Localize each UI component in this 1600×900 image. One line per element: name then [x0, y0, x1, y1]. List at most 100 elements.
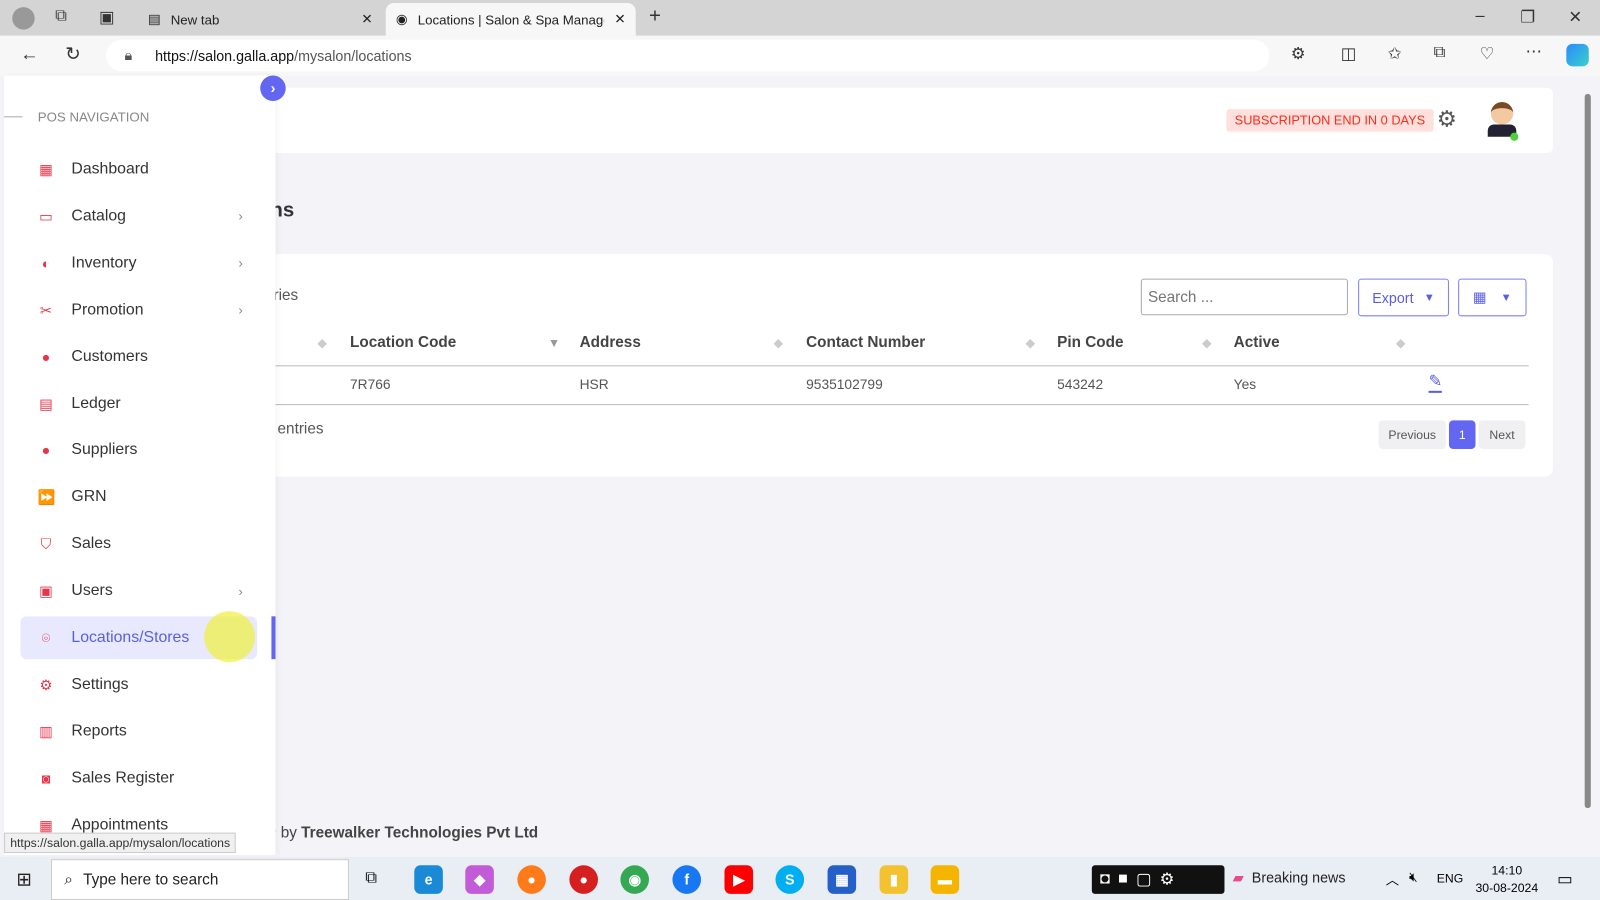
file-explorer-icon[interactable]: ▬ [930, 865, 960, 894]
clock[interactable]: 14:10 30-08-2024 [1475, 862, 1538, 897]
facebook-icon[interactable]: f [672, 865, 702, 894]
sidebar-item-dashboard[interactable]: ▦ Dashboard [20, 148, 257, 191]
firefox-icon[interactable]: ● [517, 865, 546, 894]
camera-icon[interactable]: ◘ [1100, 870, 1110, 888]
sidebar-item-promotion[interactable]: ✂ Promotion › [20, 288, 257, 331]
pagination-page-1[interactable]: 1 [1448, 420, 1476, 449]
video-icon[interactable]: ■ [1118, 870, 1128, 888]
pagination-previous[interactable]: Previous [1378, 420, 1446, 449]
sidebar-item-label: Inventory [71, 253, 137, 272]
capture-toolbar[interactable]: ◘ ■ ▢ ⚙ [1091, 865, 1225, 894]
sidebar-item-reports[interactable]: ▥ Reports [20, 710, 257, 753]
scrollbar-thumb[interactable] [1584, 93, 1591, 809]
sidebar-item-label: Dashboard [71, 160, 149, 178]
sidebar-toggle-button[interactable]: › [260, 75, 286, 102]
new-tab-icon: ▤ [147, 11, 161, 27]
sort-desc-icon[interactable]: ▼ [548, 336, 560, 350]
half-circle-icon: ◐ [41, 254, 51, 272]
chevron-up-icon[interactable]: ︿ [1386, 869, 1399, 888]
pagination-next[interactable]: Next [1478, 420, 1526, 449]
workspaces-icon[interactable]: ⧉ [55, 7, 67, 25]
language-indicator[interactable]: ENG [1437, 871, 1464, 885]
store-icon[interactable]: ▦ [827, 865, 857, 894]
minimize-icon[interactable]: – [1475, 7, 1484, 25]
footer-company-link[interactable]: Treewalker Technologies Pvt Ltd [301, 824, 538, 841]
taskbar-search[interactable]: ⌕ Type here to search [51, 859, 349, 900]
record-icon[interactable]: ● [569, 865, 598, 894]
edge-icon[interactable]: e [414, 865, 443, 894]
sidebar-item-inventory[interactable]: ◐ Inventory › [20, 242, 257, 285]
sidebar-item-ledger[interactable]: ▤ Ledger [20, 382, 257, 425]
sort-icon[interactable]: ◆ [773, 336, 782, 350]
search-input[interactable] [1140, 278, 1348, 316]
column-header-active[interactable]: Active [1234, 334, 1280, 351]
sidebar-item-settings[interactable]: ⚙ Settings [20, 663, 257, 706]
skype-icon[interactable]: S [775, 865, 805, 894]
sidebar-item-sales-register[interactable]: ◙ Sales Register [20, 757, 257, 800]
window-icon[interactable]: ▢ [1136, 869, 1151, 889]
favorites-icon[interactable]: ✩ [1388, 44, 1402, 64]
window-close-icon[interactable]: ✕ [1568, 7, 1582, 27]
sidebar-item-sales[interactable]: ⛉ Sales [20, 523, 257, 566]
notifications-icon[interactable]: ▭ [1557, 869, 1572, 889]
refresh-icon[interactable]: ↻ [65, 44, 80, 65]
export-button[interactable]: Export ▼ [1358, 278, 1449, 317]
news-widget[interactable]: ▰ Breaking news [1233, 869, 1346, 886]
youtube-icon[interactable]: ▶ [724, 865, 754, 894]
chevron-right-icon: › [238, 302, 243, 318]
sort-icon[interactable]: ◆ [1396, 336, 1405, 350]
sidebar-item-users[interactable]: ▣ Users › [20, 569, 257, 612]
browser-essentials-icon[interactable]: ♡ [1480, 44, 1495, 64]
column-header-location-code[interactable]: Location Code [350, 334, 456, 351]
sort-icon[interactable]: ◆ [317, 336, 326, 350]
avatar[interactable] [1487, 102, 1519, 141]
chrome-icon[interactable]: ◉ [620, 865, 649, 894]
url-field[interactable]: 🔒︎ https://salon.galla.app/mysalon/locati… [106, 39, 1270, 72]
sidebar-item-grn[interactable]: ⏩ GRN [20, 476, 257, 519]
close-icon[interactable]: ✕ [361, 11, 372, 27]
table-info: entries [277, 420, 324, 438]
folder-icon: ▭ [39, 208, 53, 225]
column-header-contact-number[interactable]: Contact Number [806, 334, 925, 351]
sidebar-item-label: GRN [71, 488, 107, 506]
copilot-taskbar-icon[interactable]: ◆ [465, 865, 494, 894]
tab-label: New tab [170, 11, 220, 28]
windows-start-icon[interactable]: ⊞ [16, 869, 31, 890]
gear-icon[interactable]: ⚙ [1160, 869, 1175, 889]
cell-pin-code: 543242 [1057, 376, 1104, 392]
settings-gear-icon[interactable]: ⚙ [1437, 106, 1457, 133]
scrollbar[interactable] [1583, 80, 1593, 856]
profile-icon[interactable] [12, 7, 35, 30]
column-header-address[interactable]: Address [580, 334, 641, 351]
column-header-pin-code[interactable]: Pin Code [1057, 334, 1123, 351]
edit-pencil-icon[interactable]: ✎ [1428, 374, 1443, 393]
back-icon[interactable]: ← [20, 44, 38, 65]
task-view-icon[interactable]: ⧉ [365, 869, 377, 887]
more-icon[interactable]: ⋯ [1525, 42, 1541, 62]
sidebar-item-label: Customers [71, 347, 148, 365]
tab-actions-icon[interactable]: ▣ [99, 7, 114, 27]
copilot-icon[interactable] [1566, 43, 1589, 67]
url-domain: https://salon.galla.app [155, 47, 295, 65]
sidebar-item-customers[interactable]: ● Customers [20, 335, 257, 378]
split-screen-icon[interactable]: ◫ [1341, 44, 1356, 64]
app-icon[interactable]: ▮ [879, 865, 909, 894]
speaker-muted-icon[interactable]: 🔇︎ [1409, 869, 1417, 885]
sidebar-item-suppliers[interactable]: ● Suppliers [20, 429, 257, 472]
browser-tab-bar: ⧉ ▣ ▤ New tab ✕ ◉ Locations | Salon & Spa M… [0, 0, 1600, 36]
sidebar-item-label: Reports [71, 722, 127, 740]
collections-icon[interactable]: ⧉ [1434, 44, 1446, 62]
tab-new-tab[interactable]: ▤ New tab ✕ [138, 3, 383, 36]
tab-locations[interactable]: ◉ Locations | Salon & Spa Managem ✕ [385, 3, 636, 36]
cursor-highlight [204, 611, 256, 663]
maximize-icon[interactable]: ❐ [1520, 7, 1535, 27]
column-visibility-button[interactable]: ▦ ▼ [1458, 278, 1527, 317]
sort-icon[interactable]: ◆ [1026, 336, 1035, 350]
user-circle-icon: ● [41, 442, 51, 459]
close-icon[interactable]: ✕ [614, 11, 625, 27]
sidebar-heading: POS NAVIGATION [37, 109, 150, 125]
sort-icon[interactable]: ◆ [1202, 336, 1211, 350]
sidebar-item-catalog[interactable]: ▭ Catalog › [20, 195, 257, 238]
extensions-icon[interactable]: ⚙ [1291, 44, 1306, 64]
new-tab-button[interactable]: + [649, 5, 661, 28]
